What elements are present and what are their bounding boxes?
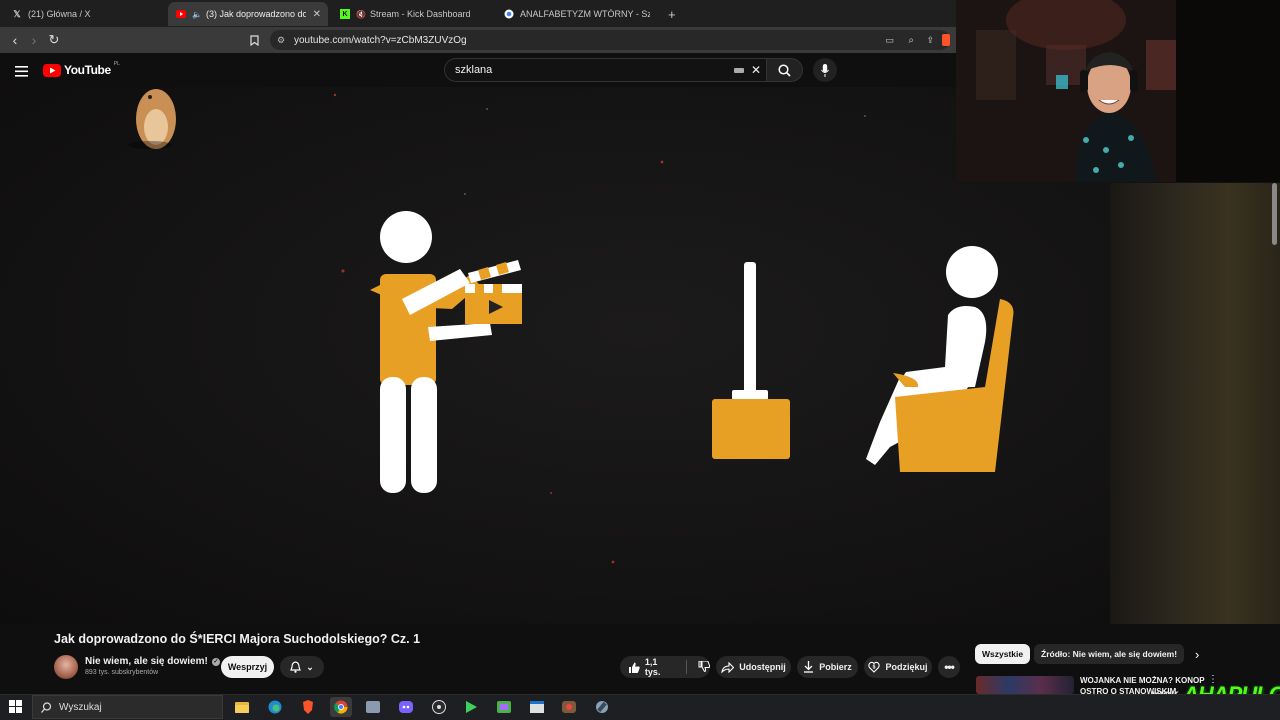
region-code: PL	[113, 61, 120, 67]
search-value: szklana	[455, 64, 493, 76]
google-icon	[504, 9, 514, 19]
bell-icon	[290, 661, 302, 673]
super-thanks-icon: $	[868, 661, 881, 673]
cameraman-figure	[370, 211, 522, 493]
tab-x[interactable]: 𝕏 (21) Główna / X	[4, 2, 164, 26]
back-icon[interactable]: ‹	[6, 31, 24, 49]
youtube-play-icon	[43, 63, 61, 77]
tool-icon[interactable]	[591, 697, 613, 717]
tab-kick[interactable]: K 🔇 Stream - Kick Dashboard	[332, 2, 492, 26]
webcam-scene	[956, 0, 1176, 182]
discord-icon[interactable]	[395, 697, 417, 717]
search-icon	[41, 701, 52, 713]
thanks-button[interactable]: $ Podziękuj	[864, 656, 932, 678]
chip-source[interactable]: Źródło: Nie wiem, ale się dowiem!	[1034, 644, 1185, 664]
like-dislike-group: 1,1 tys.	[620, 656, 711, 678]
tab-label: (21) Główna / X	[28, 9, 91, 19]
taskbar-search-input[interactable]: Wyszukaj	[32, 695, 223, 719]
file-explorer-icon[interactable]	[231, 697, 253, 717]
chip-all[interactable]: Wszystkie	[975, 644, 1031, 664]
voice-search-button[interactable]	[813, 58, 837, 82]
address-bar[interactable]: ⚙ youtube.com/watch?v=zCbM3ZUVzOg ▭ ⌕ ⇪	[270, 30, 950, 50]
notifications-button[interactable]: ⌄	[280, 656, 324, 678]
hamster-overlay	[128, 89, 176, 149]
close-tab-icon[interactable]: ✕	[313, 9, 321, 20]
scrollbar-thumb[interactable]	[1272, 183, 1277, 245]
subscriber-count: 893 tys. subskrybentów	[85, 669, 159, 676]
svg-text:$: $	[873, 665, 876, 671]
microphone-icon	[821, 63, 829, 77]
chevron-down-icon: ⌄	[306, 661, 314, 672]
dislike-button[interactable]	[698, 660, 711, 674]
more-actions-button[interactable]: •••	[938, 656, 960, 678]
chevron-right-icon[interactable]: ›	[1195, 647, 1199, 662]
new-tab-button[interactable]: +	[660, 2, 680, 26]
media-icon[interactable]	[460, 697, 482, 717]
webcam-right-panel	[1176, 0, 1280, 182]
bookmark-icon[interactable]	[245, 31, 263, 49]
webcam-background-glow	[1110, 183, 1280, 624]
share-arrow-icon	[721, 661, 735, 673]
cast-icon[interactable]: ▭	[885, 35, 894, 46]
search-icon	[778, 63, 791, 77]
url-text: youtube.com/watch?v=zCbM3ZUVzOg	[294, 34, 467, 46]
download-label: Pobierz	[819, 662, 852, 672]
forward-icon[interactable]: ›	[25, 31, 43, 49]
clear-search-icon[interactable]: ✕	[751, 63, 761, 77]
video-title: Jak doprowadzono do Ś*IERCI Majora Sucho…	[54, 632, 421, 646]
speaker-icon: 🔈	[192, 9, 202, 19]
more-horizontal-icon: •••	[944, 660, 955, 674]
youtube-icon	[176, 9, 186, 19]
download-button[interactable]: Pobierz	[797, 656, 858, 678]
like-count: 1,1 tys.	[644, 657, 661, 677]
divider	[686, 660, 687, 674]
youtube-wordmark: YouTube	[64, 63, 111, 77]
site-info-icon[interactable]: ⚙	[277, 35, 285, 46]
taskbar-search-placeholder: Wyszukaj	[59, 701, 102, 713]
x-logo-icon: 𝕏	[13, 8, 21, 19]
like-button[interactable]: 1,1 tys.	[628, 657, 675, 677]
share-icon[interactable]: ⇪	[926, 35, 934, 46]
channel-name-row[interactable]: Nie wiem, ale się dowiem! ✓	[85, 656, 220, 667]
tv-figure	[712, 262, 790, 459]
window-app-icon[interactable]	[526, 697, 548, 717]
next-video-thumbnail[interactable]	[976, 676, 1074, 694]
zoom-icon[interactable]: ⌕	[908, 35, 914, 46]
channel-avatar[interactable]	[54, 655, 78, 679]
obs-icon[interactable]	[428, 697, 450, 717]
reload-icon[interactable]: ↻	[45, 31, 63, 49]
viewer-figure	[866, 246, 1014, 472]
game-icon[interactable]	[558, 697, 580, 717]
search-input[interactable]: szklana ✕	[444, 58, 767, 82]
channel-name: Nie wiem, ale się dowiem!	[85, 656, 208, 667]
windows-start-icon[interactable]	[9, 700, 22, 718]
download-icon	[804, 661, 814, 673]
app-icon[interactable]	[362, 697, 384, 717]
verified-icon: ✓	[211, 657, 220, 666]
share-button[interactable]: Udostępnij	[716, 656, 791, 678]
brave-icon[interactable]	[297, 697, 319, 717]
tab-label: ANALFABETYZM WTÓRNY - Szukaj w Google	[520, 9, 650, 19]
chat-app-icon[interactable]	[493, 697, 515, 717]
thumbs-down-icon	[698, 660, 711, 672]
share-label: Udostępnij	[739, 662, 786, 672]
kick-icon: K	[340, 9, 350, 19]
tab-label: (3) Jak doprowadzono do Ś*IERCI	[205, 9, 306, 19]
browser-tab-strip: 𝕏 (21) Główna / X 🔈 (3) Jak doprowadzono…	[0, 0, 960, 27]
streamer-webcam	[956, 0, 1176, 182]
tab-google[interactable]: ANALFABETYZM WTÓRNY - Szukaj w Google	[496, 2, 660, 26]
thumbs-up-icon	[629, 662, 640, 673]
search-button[interactable]	[767, 58, 803, 82]
tab-youtube[interactable]: 🔈 (3) Jak doprowadzono do Ś*IERCI ✕	[168, 2, 328, 26]
support-button[interactable]: Wesprzyj	[221, 656, 274, 678]
tab-label: Stream - Kick Dashboard	[369, 9, 471, 19]
chrome-icon[interactable]	[330, 697, 352, 717]
menu-icon[interactable]	[15, 64, 28, 82]
speaker-muted-icon: 🔇	[356, 9, 366, 19]
youtube-logo[interactable]: YouTube PL	[43, 61, 120, 77]
brave-shield-icon[interactable]	[942, 34, 950, 46]
keyboard-icon[interactable]	[734, 67, 744, 73]
edge-icon[interactable]	[264, 697, 286, 717]
thanks-label: Podziękuj	[885, 662, 928, 672]
